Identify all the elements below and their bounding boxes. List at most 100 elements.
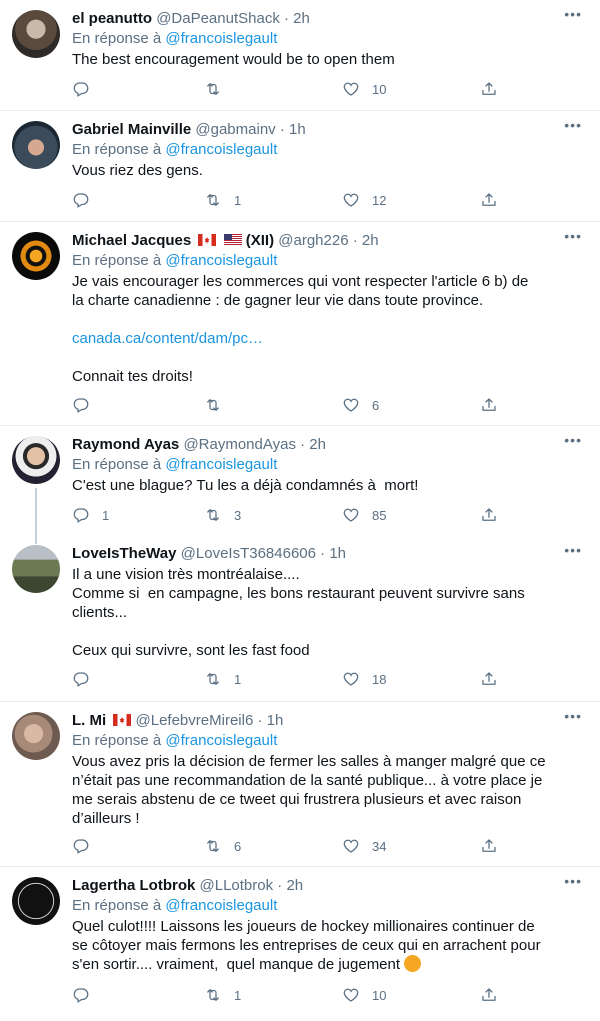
share-button[interactable] — [480, 396, 510, 414]
like-button[interactable]: 12 — [342, 191, 386, 209]
reply-context: En réponse à @francoislegault — [72, 732, 278, 749]
share-icon — [480, 396, 498, 414]
like-button[interactable]: 10 — [342, 986, 386, 1004]
reply-button[interactable] — [72, 986, 102, 1004]
reply-context: En réponse à @francoislegault — [72, 456, 278, 473]
user-name[interactable]: Raymond Ayas — [72, 436, 179, 453]
share-button[interactable] — [480, 670, 510, 688]
tweet[interactable]: el peanutto @DaPeanutShack · 2h En répon… — [0, 0, 600, 110]
user-handle[interactable]: @LoveIsT36846606 — [181, 545, 316, 562]
like-button[interactable]: 34 — [342, 837, 386, 855]
heart-icon — [342, 506, 360, 524]
timestamp[interactable]: 2h — [293, 10, 310, 27]
reply-icon — [72, 191, 90, 209]
share-icon — [480, 80, 498, 98]
more-options-icon[interactable]: ••• — [564, 117, 582, 133]
like-button[interactable]: 10 — [342, 80, 386, 98]
heart-icon — [342, 396, 360, 414]
tweet[interactable]: LoveIsTheWay @LoveIsT36846606 · 1h Il a … — [0, 536, 600, 701]
timestamp[interactable]: 2h — [286, 877, 303, 894]
user-name[interactable]: Gabriel Mainville — [72, 121, 191, 138]
avatar[interactable] — [12, 436, 60, 484]
reply-button[interactable] — [72, 80, 102, 98]
share-icon — [480, 986, 498, 1004]
user-name[interactable]: L. Mi — [72, 712, 106, 729]
tweet-text: Vous riez des gens. — [72, 162, 203, 179]
retweet-icon — [204, 191, 222, 209]
user-handle[interactable]: @gabmainv — [195, 121, 275, 138]
retweet-button[interactable]: 1 — [204, 191, 241, 209]
timestamp[interactable]: 2h — [309, 436, 326, 453]
reply-button[interactable] — [72, 837, 102, 855]
reply-mention-link[interactable]: @francoislegault — [165, 897, 277, 914]
tweet[interactable]: L. Mi @LefebvreMireil6 · 1h En réponse à… — [0, 702, 600, 866]
like-button[interactable]: 18 — [342, 670, 386, 688]
heart-icon — [342, 670, 360, 688]
reply-icon — [72, 80, 90, 98]
us-flag-icon — [223, 234, 242, 246]
timestamp[interactable]: 1h — [267, 712, 284, 729]
reply-mention-link[interactable]: @francoislegault — [165, 141, 277, 158]
user-name[interactable]: LoveIsTheWay — [72, 545, 176, 562]
reply-mention-link[interactable]: @francoislegault — [165, 456, 277, 473]
tweet-text: The best encouragement would be to open … — [72, 51, 395, 68]
reply-icon — [72, 396, 90, 414]
user-handle[interactable]: @LefebvreMireil6 — [136, 712, 254, 729]
more-options-icon[interactable]: ••• — [564, 542, 582, 558]
share-button[interactable] — [480, 506, 510, 524]
user-name[interactable]: Lagertha Lotbrok — [72, 877, 195, 894]
user-handle[interactable]: @RaymondAyas — [183, 436, 296, 453]
share-button[interactable] — [480, 191, 510, 209]
reply-mention-link[interactable]: @francoislegault — [165, 252, 277, 269]
reply-button[interactable]: 1 — [72, 506, 109, 524]
share-icon — [480, 670, 498, 688]
avatar[interactable] — [12, 10, 60, 58]
share-button[interactable] — [480, 80, 510, 98]
retweet-button[interactable] — [204, 80, 234, 98]
more-options-icon[interactable]: ••• — [564, 228, 582, 244]
avatar[interactable] — [12, 877, 60, 925]
heart-icon — [342, 80, 360, 98]
avatar[interactable] — [12, 232, 60, 280]
timestamp[interactable]: 1h — [329, 545, 346, 562]
like-button[interactable]: 85 — [342, 506, 386, 524]
retweet-button[interactable]: 3 — [204, 506, 241, 524]
more-options-icon[interactable]: ••• — [564, 873, 582, 889]
reply-button[interactable] — [72, 396, 102, 414]
heart-icon — [342, 191, 360, 209]
more-options-icon[interactable]: ••• — [564, 432, 582, 448]
timestamp[interactable]: 2h — [362, 232, 379, 249]
reply-mention-link[interactable]: @francoislegault — [165, 732, 277, 749]
user-name[interactable]: el peanutto — [72, 10, 152, 27]
avatar[interactable] — [12, 545, 60, 593]
user-handle[interactable]: @DaPeanutShack — [156, 10, 280, 27]
like-button[interactable]: 6 — [342, 396, 379, 414]
reply-context: En réponse à @francoislegault — [72, 897, 278, 914]
heart-icon — [342, 837, 360, 855]
retweet-button[interactable]: 1 — [204, 670, 241, 688]
reply-button[interactable] — [72, 191, 102, 209]
timestamp[interactable]: 1h — [289, 121, 306, 138]
avatar[interactable] — [12, 712, 60, 760]
share-button[interactable] — [480, 986, 510, 1004]
user-handle[interactable]: @argh226 — [278, 232, 348, 249]
share-button[interactable] — [480, 837, 510, 855]
more-options-icon[interactable]: ••• — [564, 6, 582, 22]
retweet-button[interactable]: 1 — [204, 986, 241, 1004]
tweet-header: el peanutto @DaPeanutShack · 2h — [72, 10, 310, 27]
retweet-button[interactable]: 6 — [204, 837, 241, 855]
avatar[interactable] — [12, 121, 60, 169]
tweet-link[interactable]: canada.ca/content/dam/pc… — [72, 330, 263, 347]
retweet-icon — [204, 837, 222, 855]
canada-flag-icon — [198, 234, 217, 246]
reply-mention-link[interactable]: @francoislegault — [165, 30, 277, 47]
user-name[interactable]: Michael Jacques — [72, 232, 191, 249]
tweet[interactable]: Lagertha Lotbrok @LLotbrok · 2h En répon… — [0, 867, 600, 1021]
more-options-icon[interactable]: ••• — [564, 708, 582, 724]
tweet[interactable]: Michael Jacques (XII) @argh226 · 2h En r… — [0, 222, 600, 425]
user-handle[interactable]: @LLotbrok — [200, 877, 274, 894]
reply-button[interactable] — [72, 670, 102, 688]
tweet[interactable]: Gabriel Mainville @gabmainv · 1h En répo… — [0, 111, 600, 221]
retweet-button[interactable] — [204, 396, 234, 414]
tweet[interactable]: Raymond Ayas @RaymondAyas · 2h En répons… — [0, 426, 600, 544]
